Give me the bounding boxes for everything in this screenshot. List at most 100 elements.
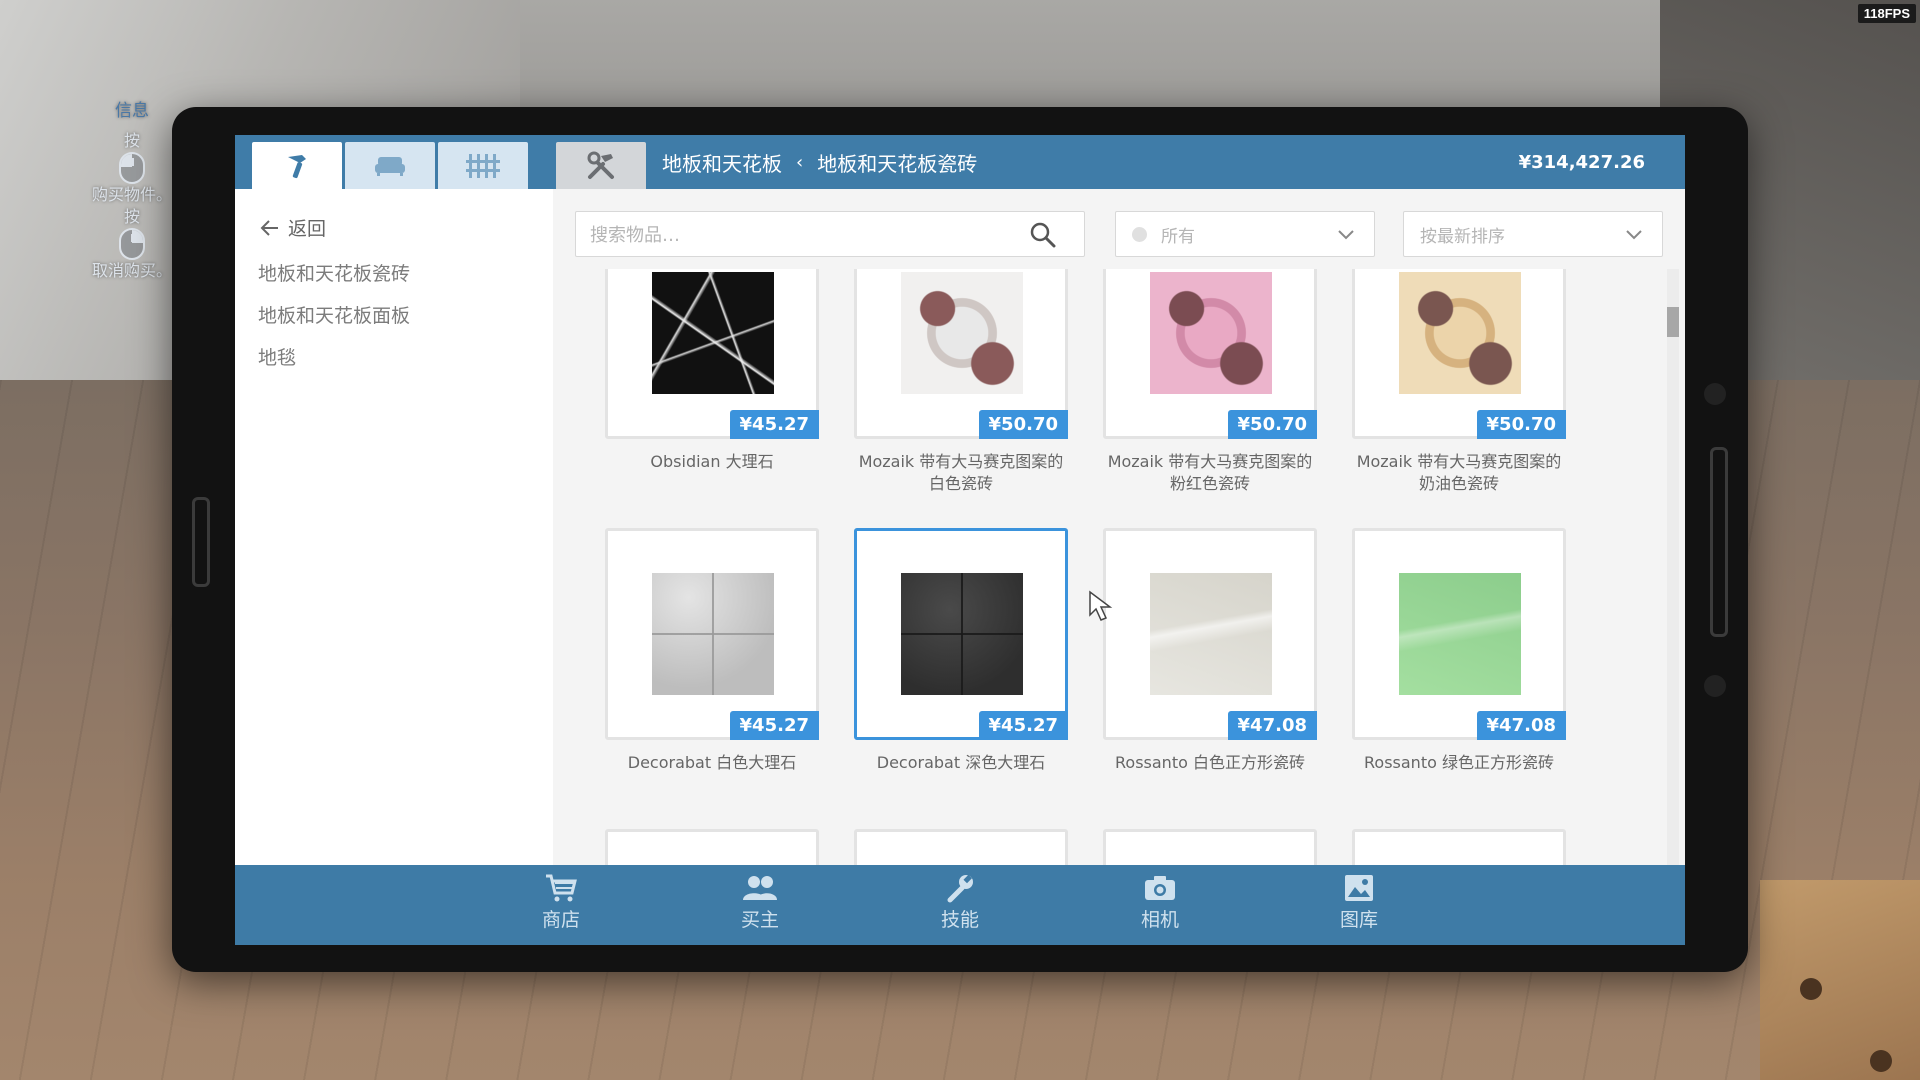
item-name: Obsidian 大理石 (650, 452, 774, 471)
back-label: 返回 (288, 218, 327, 240)
item-card[interactable]: ¥47.08 (1352, 528, 1566, 740)
search-icon[interactable] (1030, 222, 1056, 248)
item-card-selected[interactable]: ¥45.27 (854, 528, 1068, 740)
item-grid: ¥45.27 Obsidian 大理石 ¥50.70 Mozaik 带有大马赛克… (553, 269, 1663, 865)
left-mouse-button-icon (119, 152, 145, 184)
hint-press-label-2: 按 (123, 207, 140, 226)
item-card[interactable] (854, 829, 1068, 865)
category-filter-dropdown[interactable]: 所有 (1115, 211, 1375, 257)
tab-tools[interactable] (556, 142, 646, 189)
fence-icon (466, 153, 500, 178)
hammer-icon (288, 154, 306, 178)
nav-gallery[interactable]: 图库 (1299, 873, 1419, 932)
image-icon (1345, 875, 1373, 901)
price-badge: ¥45.27 (978, 711, 1068, 740)
sort-dropdown[interactable]: 按最新排序 (1403, 211, 1663, 257)
item-card[interactable]: ¥47.08 (1103, 528, 1317, 740)
search-input[interactable]: 搜索物品… (575, 211, 1085, 257)
price-badge: ¥50.70 (1476, 410, 1566, 439)
nav-skills-label: 技能 (940, 909, 979, 931)
hint-press-label: 按 (123, 131, 140, 150)
breadcrumb: 地板和天花板 ‹ 地板和天花板瓷砖 (662, 135, 977, 189)
people-icon (743, 876, 777, 900)
item-swatch (652, 272, 774, 394)
item-card[interactable] (1103, 829, 1317, 865)
catalog-scrollbar[interactable] (1667, 269, 1679, 865)
item-name: Rossanto 白色正方形瓷砖 (1115, 753, 1305, 772)
item-name: Decorabat 深色大理石 (876, 753, 1046, 772)
chevron-down-icon (1338, 230, 1354, 240)
hint-cancel-label: 取消购买。 (91, 261, 172, 280)
arrow-left-icon (260, 219, 278, 236)
right-mouse-button-icon (119, 228, 145, 260)
item-card[interactable]: ¥50.70 (854, 269, 1068, 439)
tablet-screen: 地板和天花板 ‹ 地板和天花板瓷砖 ¥314,427.26 返回 地板和天花板瓷… (235, 135, 1685, 945)
item-name: Mozaik 带有大马赛克图案的粉红色瓷砖 (1107, 452, 1313, 493)
nav-gallery-label: 图库 (1339, 909, 1378, 931)
money-balance: ¥314,427.26 (1518, 151, 1645, 173)
cart-icon (546, 874, 577, 902)
item-swatch (901, 573, 1023, 695)
hint-buy-label: 购买物件。 (91, 185, 172, 204)
bottom-nav: 商店 买主 技能 相机 图库 (235, 865, 1685, 945)
price-badge: ¥47.08 (1476, 711, 1566, 740)
item-card[interactable]: ¥50.70 (1103, 269, 1317, 439)
nav-camera[interactable]: 相机 (1100, 873, 1220, 932)
nav-shop-label: 商店 (541, 909, 580, 931)
breadcrumb-current: 地板和天花板瓷砖 (817, 151, 978, 176)
category-floor-panels[interactable]: 地板和天花板面板 (258, 301, 410, 328)
background-shelf (1760, 880, 1920, 1080)
scrollbar-thumb[interactable] (1667, 307, 1679, 337)
tablet-sensor-dot (1704, 675, 1726, 697)
price-badge: ¥45.27 (729, 711, 819, 740)
tab-fences[interactable] (438, 142, 528, 189)
price-badge: ¥45.27 (729, 410, 819, 439)
tab-build[interactable] (252, 142, 342, 189)
item-card[interactable] (1352, 829, 1566, 865)
breadcrumb-separator: ‹ (796, 151, 804, 173)
nav-skills[interactable]: 技能 (900, 873, 1020, 932)
fps-counter: 118FPS (1857, 4, 1916, 23)
camera-icon (1145, 876, 1175, 900)
chevron-down-icon (1626, 230, 1642, 240)
tools-icon (587, 151, 614, 179)
item-swatch (901, 272, 1023, 394)
item-name: Mozaik 带有大马赛克图案的白色瓷砖 (858, 452, 1064, 493)
item-card[interactable]: ¥50.70 (1352, 269, 1566, 439)
nav-shop[interactable]: 商店 (501, 873, 621, 932)
tablet-camera-dot (1704, 383, 1726, 405)
item-name: Mozaik 带有大马赛克图案的奶油色瓷砖 (1356, 452, 1562, 493)
nav-camera-label: 相机 (1140, 909, 1179, 931)
tablet-side-button-right (1710, 447, 1728, 637)
item-card[interactable]: ¥45.27 (605, 528, 819, 740)
search-placeholder: 搜索物品… (590, 225, 680, 246)
item-swatch (1399, 272, 1521, 394)
filter-color-dot (1132, 226, 1147, 242)
item-card[interactable] (605, 829, 819, 865)
category-floor-tiles[interactable]: 地板和天花板瓷砖 (258, 259, 410, 286)
breadcrumb-parent[interactable]: 地板和天花板 (662, 148, 782, 177)
item-card[interactable]: ¥45.27 (605, 269, 819, 439)
nav-buyers-label: 买主 (740, 909, 779, 931)
sort-value: 按最新排序 (1420, 226, 1505, 247)
item-swatch (1150, 272, 1272, 394)
price-badge: ¥50.70 (1227, 410, 1317, 439)
price-badge: ¥50.70 (978, 410, 1068, 439)
item-swatch (652, 573, 774, 695)
back-button[interactable]: 返回 (260, 214, 326, 241)
wrench-icon (947, 874, 973, 903)
item-name: Rossanto 绿色正方形瓷砖 (1364, 753, 1554, 772)
item-name: Decorabat 白色大理石 (627, 753, 797, 772)
tablet-side-button-left (192, 497, 210, 587)
price-badge: ¥47.08 (1227, 711, 1317, 740)
item-swatch (1399, 573, 1521, 695)
category-carpet[interactable]: 地毯 (258, 343, 296, 370)
category-sidebar: 返回 地板和天花板瓷砖 地板和天花板面板 地毯 (235, 189, 553, 865)
item-catalog: 搜索物品… 所有 按最新排序 ¥45.27 Obsidian 大理石 ¥50.7… (553, 189, 1685, 865)
tab-furniture[interactable] (345, 142, 435, 189)
filter-value: 所有 (1161, 226, 1195, 247)
hint-title: 信息 (115, 101, 149, 121)
mouse-cursor-icon (1089, 590, 1113, 621)
sofa-icon (375, 156, 405, 176)
nav-buyers[interactable]: 买主 (700, 873, 820, 932)
